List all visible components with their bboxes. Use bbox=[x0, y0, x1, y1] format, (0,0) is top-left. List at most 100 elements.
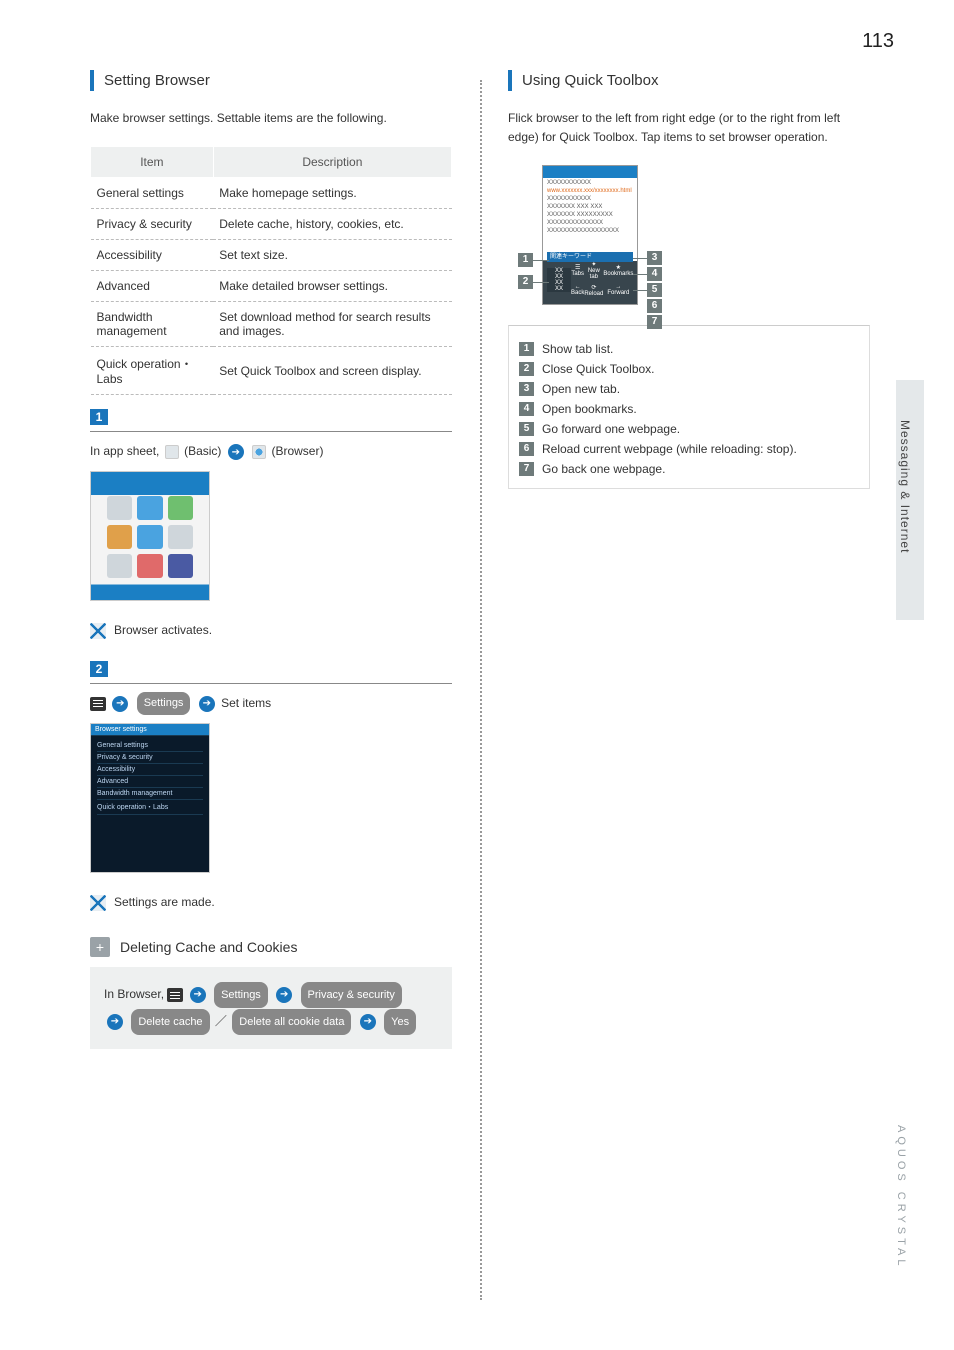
chip-delete-cookie: Delete all cookie data bbox=[232, 1009, 351, 1035]
footer-brand: AQUOS CRYSTAL bbox=[895, 1125, 907, 1270]
step2-note: Settings are made. bbox=[90, 895, 452, 911]
column-divider bbox=[480, 80, 482, 1300]
legend-text: Open bookmarks. bbox=[542, 402, 637, 416]
step1-note-text: Browser activates. bbox=[114, 623, 212, 637]
step-rule bbox=[90, 683, 452, 684]
left-intro: Make browser settings. Settable items ar… bbox=[90, 109, 452, 128]
cell-desc: Make detailed browser settings. bbox=[213, 271, 451, 302]
menu-icon bbox=[90, 697, 106, 711]
settings-screen-header: Browser settings bbox=[91, 724, 209, 736]
qt-sidepanel: XXXXXXXX bbox=[547, 268, 571, 292]
callout-delete-cache: In Browser, ➔ Settings ➔ Privacy & secur… bbox=[90, 967, 452, 1049]
callout-tag-7: 7 bbox=[647, 315, 662, 329]
step1-text: In app sheet, (Basic) ➔ (Browser) bbox=[90, 440, 452, 463]
list-item: General settings bbox=[97, 740, 203, 752]
plus-icon: + bbox=[90, 937, 110, 957]
th-item: Item bbox=[91, 147, 214, 178]
legend-row: 3Open new tab. bbox=[519, 382, 859, 396]
quick-toolbox-figure: XXXXXXXXXXX www.xxxxxxx.xxx/xxxxxxxx.htm… bbox=[520, 165, 660, 305]
chip-privacy: Privacy & security bbox=[301, 982, 402, 1008]
legend-text: Close Quick Toolbox. bbox=[542, 362, 655, 376]
page-number: 113 bbox=[862, 30, 894, 53]
arrow-icon: ➔ bbox=[107, 1014, 123, 1030]
step-badge-2: 2 bbox=[90, 661, 108, 677]
arrow-icon: ➔ bbox=[228, 444, 244, 460]
arrow-icon: ➔ bbox=[199, 696, 215, 712]
legend-row: 2Close Quick Toolbox. bbox=[519, 362, 859, 376]
table-row: General settingsMake homepage settings. bbox=[91, 178, 452, 209]
legend-num: 6 bbox=[519, 442, 534, 456]
screenshot-settings: Browser settings General settings Privac… bbox=[90, 723, 210, 873]
step1-browser: (Browser) bbox=[271, 444, 323, 458]
callout-tag-1: 1 bbox=[518, 253, 533, 267]
legend-num: 7 bbox=[519, 462, 534, 476]
step1-basic: (Basic) bbox=[184, 444, 221, 458]
right-intro: Flick browser to the left from right edg… bbox=[508, 109, 870, 147]
step2-setitems: Set items bbox=[221, 696, 271, 710]
legend-text: Reload current webpage (while reloading:… bbox=[542, 442, 797, 456]
legend-row: 6 Reload current webpage (while reloading… bbox=[519, 442, 859, 456]
arrow-icon: ➔ bbox=[190, 987, 206, 1003]
result-icon bbox=[90, 895, 106, 911]
section-heading-right: Using Quick Toolbox bbox=[508, 70, 870, 91]
cell-item: Bandwidth management bbox=[91, 302, 214, 347]
arrow-icon: ➔ bbox=[276, 987, 292, 1003]
qt-bookmark-icon: ★Bookmarks bbox=[603, 264, 633, 277]
legend-num: 1 bbox=[519, 342, 534, 356]
table-row: AccessibilitySet text size. bbox=[91, 240, 452, 271]
screenshot-app-sheet bbox=[90, 471, 210, 601]
callout-pre: In Browser, bbox=[104, 987, 164, 1001]
legend-num: 5 bbox=[519, 422, 534, 436]
legend-list: 1 Show tab list. 2Close Quick Toolbox. 3O… bbox=[519, 342, 859, 476]
qt-reload-icon: ⟳Reload bbox=[584, 284, 603, 297]
subsection-heading: + Deleting Cache and Cookies bbox=[90, 937, 452, 957]
legend-text: Go forward one webpage. bbox=[542, 422, 680, 436]
legend-row: 7 Go back one webpage. bbox=[519, 462, 859, 476]
section-heading-left: Setting Browser bbox=[90, 70, 452, 91]
qt-newtab-icon: ✦New tab bbox=[584, 261, 603, 280]
qt-forward-icon: →Forward bbox=[603, 284, 633, 296]
page-content: Setting Browser Make browser settings. S… bbox=[90, 70, 870, 1049]
globe-icon bbox=[252, 445, 266, 459]
callout-tag-2: 2 bbox=[518, 275, 533, 289]
legend-box: 1 Show tab list. 2Close Quick Toolbox. 3O… bbox=[508, 325, 870, 489]
step1-pre: In app sheet, bbox=[90, 444, 159, 458]
qt-back-icon: ←Back bbox=[571, 284, 584, 296]
list-item: Privacy & security bbox=[97, 752, 203, 764]
th-desc: Description bbox=[213, 147, 451, 178]
arrow-icon: ➔ bbox=[112, 696, 128, 712]
cell-item: Accessibility bbox=[91, 240, 214, 271]
legend-row: 1 Show tab list. bbox=[519, 342, 859, 356]
step1-note: Browser activates. bbox=[90, 623, 452, 639]
step-badge-1: 1 bbox=[90, 409, 108, 425]
result-icon bbox=[90, 623, 106, 639]
chip-yes: Yes bbox=[384, 1009, 416, 1035]
callout-tag-5: 5 bbox=[647, 283, 662, 297]
list-item: Accessibility bbox=[97, 764, 203, 776]
apps-icon bbox=[165, 445, 179, 459]
side-tab-label: Messaging & Internet bbox=[898, 420, 912, 553]
cell-desc: Make homepage settings. bbox=[213, 178, 451, 209]
legend-row: 5 Go forward one webpage. bbox=[519, 422, 859, 436]
table-row: Quick operation・LabsSet Quick Toolbox an… bbox=[91, 347, 452, 395]
cell-desc: Set download method for search results a… bbox=[213, 302, 451, 347]
quick-toolbox-screenshot: XXXXXXXXXXX www.xxxxxxx.xxx/xxxxxxxx.htm… bbox=[542, 165, 638, 305]
list-item: Bandwidth management bbox=[97, 788, 203, 800]
legend-num: 4 bbox=[519, 402, 534, 416]
list-item: Quick operation・Labs bbox=[97, 800, 203, 815]
table-row: AdvancedMake detailed browser settings. bbox=[91, 271, 452, 302]
cell-item: Privacy & security bbox=[91, 209, 214, 240]
cell-desc: Delete cache, history, cookies, etc. bbox=[213, 209, 451, 240]
cell-item: Advanced bbox=[91, 271, 214, 302]
step-rule bbox=[90, 431, 452, 432]
slash: ／ bbox=[215, 1014, 227, 1028]
right-column: Using Quick Toolbox Flick browser to the… bbox=[480, 70, 870, 1049]
cell-item: Quick operation・Labs bbox=[91, 347, 214, 395]
legend-text: Show tab list. bbox=[542, 342, 613, 356]
chip-settings: Settings bbox=[137, 692, 191, 715]
chip-settings: Settings bbox=[214, 982, 268, 1008]
legend-text: Go back one webpage. bbox=[542, 462, 665, 476]
cell-desc: Set Quick Toolbox and screen display. bbox=[213, 347, 451, 395]
callout-tag-4: 4 bbox=[647, 267, 662, 281]
qt-tablist-icon: ☰Tabs bbox=[571, 264, 584, 277]
